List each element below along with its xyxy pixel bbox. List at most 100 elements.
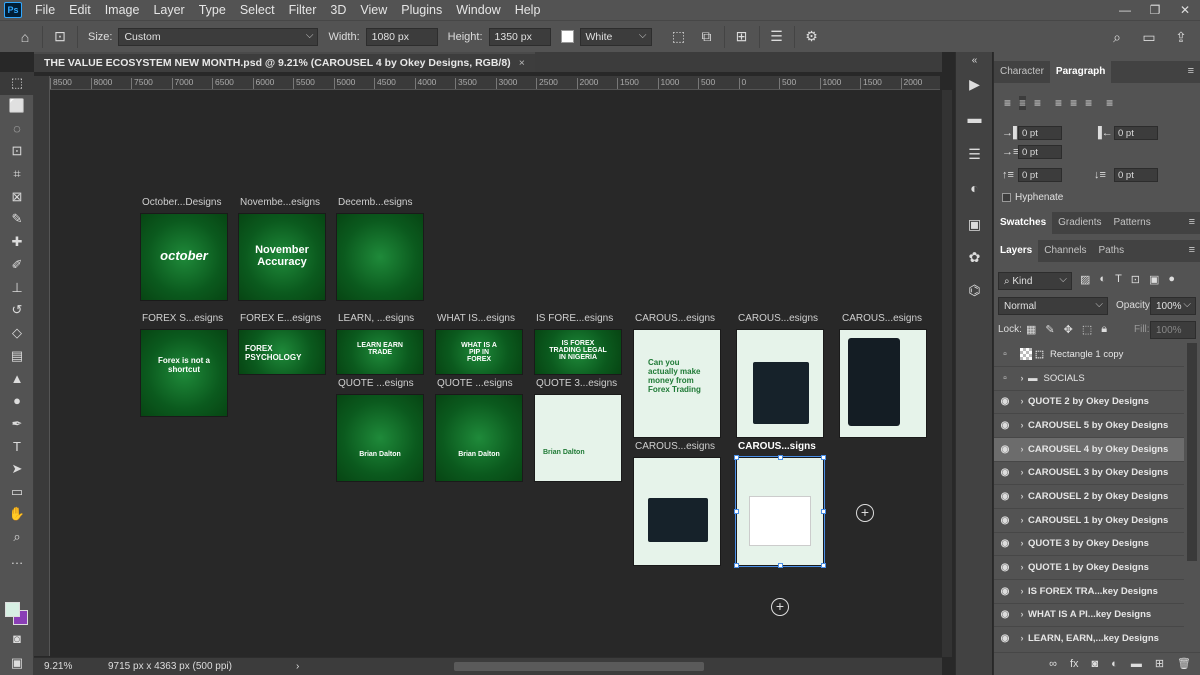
restore-button[interactable]: ❐ xyxy=(1140,0,1170,20)
fill-field[interactable]: 100% xyxy=(1150,321,1196,339)
zoom-tool-icon[interactable]: ⌕ xyxy=(0,526,34,549)
eye-icon[interactable]: ◉ xyxy=(994,467,1016,478)
link-layers-icon[interactable]: ∞ xyxy=(1049,658,1057,670)
artboard-carousel-5-selected[interactable] xyxy=(734,455,826,568)
artboard-quote-3[interactable]: Brian Dalton xyxy=(534,394,622,482)
artboard-what-is[interactable]: WHAT IS A PIP IN FOREX xyxy=(435,329,523,375)
filter-adjustment-icon[interactable]: ◐ xyxy=(1099,273,1106,286)
artboard-is-forex[interactable]: IS FOREX TRADING LEGAL IN NIGERIA xyxy=(534,329,622,375)
justify-center-icon[interactable]: ≡ xyxy=(1070,96,1077,110)
menu-type[interactable]: Type xyxy=(192,0,233,20)
filter-shape-icon[interactable]: ⊡ xyxy=(1131,273,1140,286)
artboard-december[interactable] xyxy=(336,213,424,301)
tab-patterns[interactable]: Patterns xyxy=(1108,212,1157,234)
artboard-label-is-fore[interactable]: IS FORE...esigns xyxy=(536,313,613,324)
transform-handle[interactable] xyxy=(734,455,739,460)
lock-pixels-icon[interactable]: ✎ xyxy=(1045,323,1054,336)
pen-tool-icon[interactable]: ✒ xyxy=(0,412,34,435)
canvas[interactable]: October...Designs october Novembe...esig… xyxy=(50,90,940,657)
eye-icon[interactable]: ◉ xyxy=(994,491,1016,502)
add-artboard-right-icon[interactable]: + xyxy=(856,504,874,522)
justify-all-icon[interactable]: ≡ xyxy=(1106,96,1113,110)
transform-handle[interactable] xyxy=(778,563,783,568)
artboard-forex-s[interactable]: Forex is not a shortcut xyxy=(140,329,228,417)
layer-row[interactable]: ◉ › CAROUSEL 1 by Okey Designs xyxy=(994,509,1184,533)
lock-artboard-icon[interactable]: ⬚ xyxy=(1082,323,1092,336)
hand-tool-icon[interactable]: ✋ xyxy=(0,503,34,526)
document-tab[interactable]: THE VALUE ECOSYSTEM NEW MONTH.psd @ 9.21… xyxy=(34,52,535,72)
menu-3d[interactable]: 3D xyxy=(323,0,353,20)
fx-icon[interactable]: fx xyxy=(1070,658,1079,670)
search-icon[interactable]: ⌕ xyxy=(1106,26,1128,48)
artboard-label-carousel-1[interactable]: CAROUS...esigns xyxy=(635,313,715,324)
panel-menu-icon[interactable]: ≡ xyxy=(1189,216,1195,228)
chevron-right-icon[interactable]: › xyxy=(1016,444,1028,454)
panel-menu-icon[interactable]: ≡ xyxy=(1189,244,1195,256)
clone-stamp-tool-icon[interactable]: ⊥ xyxy=(0,276,34,299)
filter-smart-object-icon[interactable]: ▣ xyxy=(1149,273,1159,286)
collapse-icon[interactable]: « xyxy=(956,52,993,68)
add-artboard-below-icon[interactable]: + xyxy=(771,598,789,616)
tab-gradients[interactable]: Gradients xyxy=(1052,212,1107,234)
artboard-label-forex-s[interactable]: FOREX S...esigns xyxy=(142,313,223,324)
artboard-label-what-is[interactable]: WHAT IS...esigns xyxy=(437,313,515,324)
color-icon[interactable]: ◐ xyxy=(956,171,993,204)
align-left-icon[interactable]: ≡ xyxy=(1004,96,1011,110)
artboard-label-december[interactable]: Decemb...esigns xyxy=(338,197,412,208)
menu-window[interactable]: Window xyxy=(449,0,507,20)
brush-tool-icon[interactable]: ✐ xyxy=(0,254,34,277)
foreground-color-swatch[interactable] xyxy=(5,602,20,617)
artboard-october[interactable]: october xyxy=(140,213,228,301)
gear-icon[interactable]: ⚙ xyxy=(801,26,823,48)
indent-right-field[interactable]: 0 pt xyxy=(1114,126,1158,140)
eyedropper-tool-icon[interactable]: ✎ xyxy=(0,208,34,231)
chevron-right-icon[interactable]: › xyxy=(1016,515,1028,525)
artboard-quote-1[interactable]: Brian Dalton xyxy=(336,394,424,482)
artboard-label-quote-2[interactable]: QUOTE ...esigns xyxy=(437,378,513,389)
screen-mode-icon[interactable]: ▣ xyxy=(0,652,34,675)
adjustment-layer-icon[interactable]: ◐ xyxy=(1111,658,1118,670)
eye-icon[interactable]: ◉ xyxy=(994,609,1016,620)
blend-mode-dropdown[interactable]: Normal xyxy=(998,297,1108,315)
layer-row[interactable]: ◉ › QUOTE 2 by Okey Designs xyxy=(994,390,1184,414)
artboard-label-forex-e[interactable]: FOREX E...esigns xyxy=(240,313,321,324)
artboard-learn[interactable]: LEARN EARN TRADE xyxy=(336,329,424,375)
layers-scrollbar[interactable] xyxy=(1187,343,1197,561)
history-brush-tool-icon[interactable]: ↺ xyxy=(0,299,34,322)
tab-character[interactable]: Character xyxy=(994,61,1050,83)
space-before-field[interactable]: 0 pt xyxy=(1018,168,1062,182)
panel-menu-icon[interactable]: ≡ xyxy=(1188,65,1194,77)
chevron-right-icon[interactable]: › xyxy=(1016,373,1028,383)
artboard-forex-e[interactable]: FOREX PSYCHOLOGY xyxy=(238,329,326,375)
menu-layer[interactable]: Layer xyxy=(146,0,191,20)
layer-row[interactable]: ◉ › CAROUSEL 3 by Okey Designs xyxy=(994,461,1184,485)
dodge-tool-icon[interactable]: ● xyxy=(0,390,34,413)
eye-icon[interactable]: ◉ xyxy=(994,538,1016,549)
justify-right-icon[interactable]: ≡ xyxy=(1085,96,1092,110)
artboard-label-carousel-5[interactable]: CAROUS...signs xyxy=(738,441,816,452)
menu-filter[interactable]: Filter xyxy=(282,0,324,20)
object-selection-tool-icon[interactable]: ⊡ xyxy=(0,140,34,163)
new-layer-icon[interactable]: ⊞ xyxy=(1155,657,1164,670)
comments-icon[interactable]: ▬ xyxy=(956,101,993,134)
rectangle-tool-icon[interactable]: ▭ xyxy=(0,480,34,503)
menu-help[interactable]: Help xyxy=(508,0,548,20)
layer-row[interactable]: ◉ › QUOTE 1 by Okey Designs xyxy=(994,556,1184,580)
eye-icon[interactable]: ◉ xyxy=(994,586,1016,597)
vertical-scrollbar[interactable] xyxy=(942,90,952,657)
chevron-right-icon[interactable]: › xyxy=(1016,420,1028,430)
chevron-right-icon[interactable]: › xyxy=(1016,633,1028,643)
zoom-level[interactable]: 9.21% xyxy=(44,661,94,672)
tab-channels[interactable]: Channels xyxy=(1038,240,1092,262)
lock-transparent-icon[interactable]: ▦ xyxy=(1026,323,1036,336)
size-dropdown[interactable]: Custom xyxy=(118,27,319,46)
status-arrow-icon[interactable]: › xyxy=(296,661,299,672)
adjustments-icon[interactable]: ☰ xyxy=(956,138,993,171)
eye-icon[interactable]: ◉ xyxy=(994,562,1016,573)
artboard-label-carousel-3[interactable]: CAROUS...esigns xyxy=(842,313,922,324)
layer-row-selected[interactable]: ◉ › CAROUSEL 4 by Okey Designs xyxy=(994,438,1184,462)
artboard-tool-icon[interactable]: ⬚ xyxy=(0,72,34,95)
close-document-icon[interactable]: × xyxy=(519,57,525,69)
align-right-icon[interactable]: ≡ xyxy=(1034,96,1041,110)
filter-pixel-icon[interactable]: ▨ xyxy=(1080,273,1090,286)
